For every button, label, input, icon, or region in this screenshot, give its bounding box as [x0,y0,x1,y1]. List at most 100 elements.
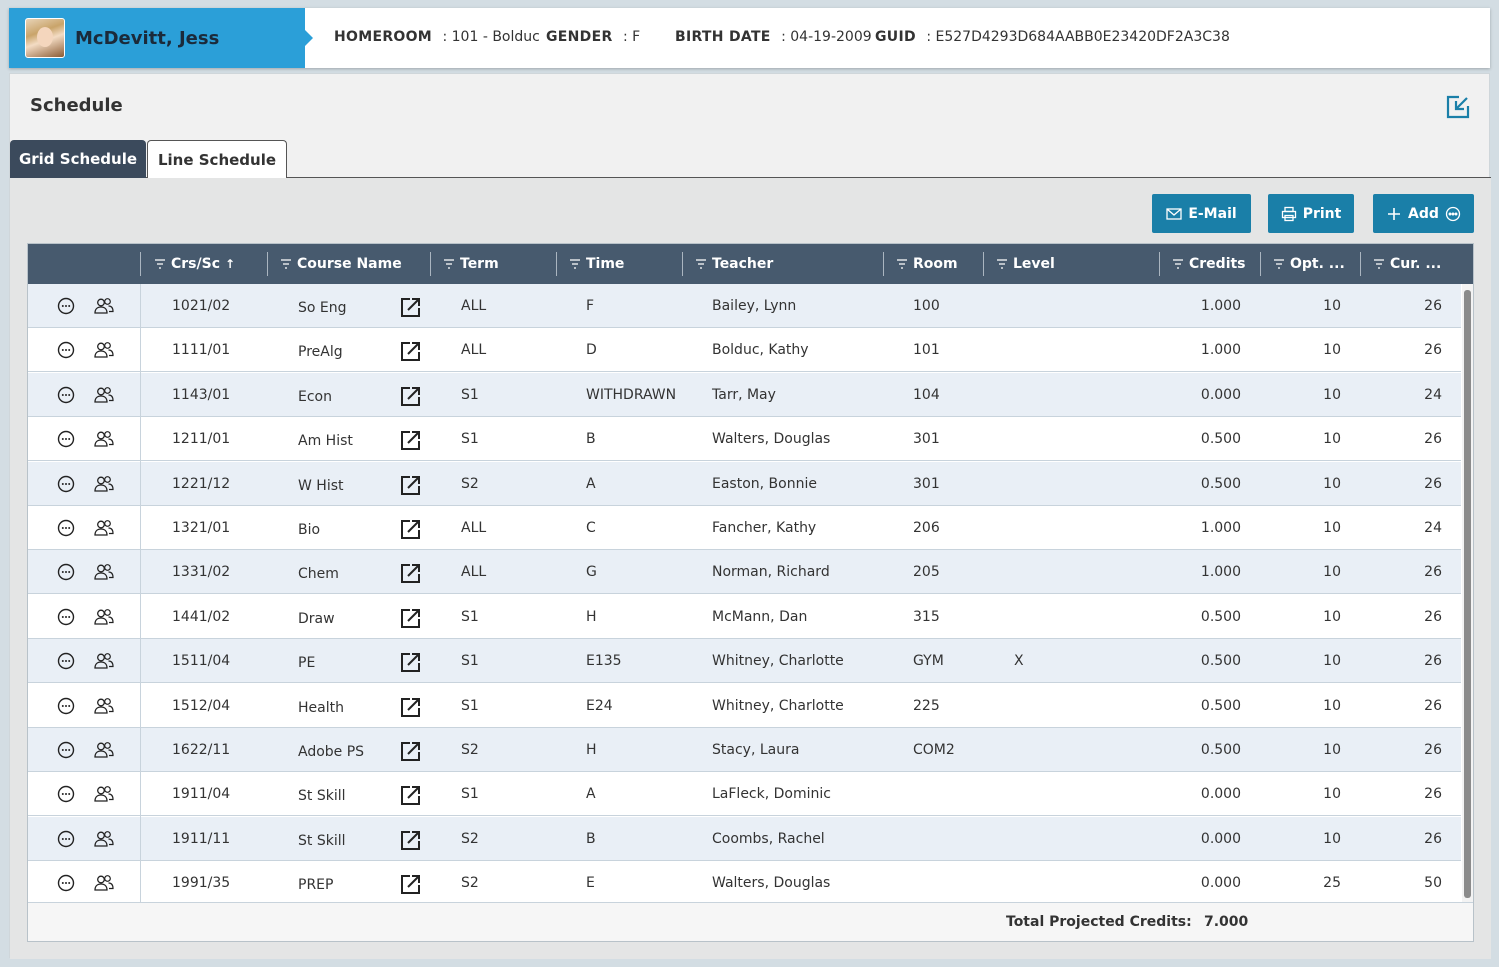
add-button[interactable]: Add [1373,194,1474,233]
users-icon[interactable] [94,874,114,892]
users-icon[interactable] [94,652,114,670]
open-course-icon[interactable] [400,696,422,718]
sort-up-icon[interactable]: ↑ [225,257,235,271]
open-course-icon[interactable] [400,829,422,851]
column-level[interactable]: Level [996,244,1055,284]
row-options-icon[interactable] [57,386,75,404]
filter-icon[interactable] [695,259,707,269]
homeroom-value: : 101 - Bolduc [442,29,540,45]
table-row[interactable]: 1321/01 Bio ALL C Fancher, Kathy 206 1.000 10 24 [28,506,1461,550]
open-course-icon[interactable] [400,385,422,407]
table-row[interactable]: 1221/12 W Hist S2 A Easton, Bonnie 301 0.500 10… [28,461,1461,506]
print-button[interactable]: Print [1268,194,1354,233]
birth-date-info: BIRTH DATE : 04-19-2009 [675,29,872,45]
table-row[interactable]: 1512/04 Health S1 E24 Whitney, Charlotte 225 0… [28,683,1461,728]
row-options-icon[interactable] [57,475,75,493]
cell-room [913,772,983,816]
row-options-icon[interactable] [57,830,75,848]
filter-icon[interactable] [443,259,455,269]
row-options-icon[interactable] [57,697,75,715]
column-opt[interactable]: Opt. ... [1273,244,1345,284]
column-time[interactable]: Time [569,244,624,284]
users-icon[interactable] [94,741,114,759]
users-icon[interactable] [94,297,114,315]
table-row[interactable]: 1441/02 Draw S1 H McMann, Dan 315 0.500 10 26 [28,594,1461,639]
cell-opt: 10 [1323,431,1341,448]
open-course-icon[interactable] [400,562,422,584]
row-options-icon[interactable] [57,608,75,626]
collapse-icon[interactable] [1445,94,1471,120]
table-row[interactable]: 1143/01 Econ S1 WITHDRAWN Tarr, May 104 0.000 1… [28,372,1461,417]
filter-icon[interactable] [1373,259,1385,269]
open-course-icon[interactable] [400,873,422,895]
cell-credits: 0.000 [1200,786,1241,803]
row-options-icon[interactable] [57,297,75,315]
row-options-icon[interactable] [57,741,75,759]
table-row[interactable]: 1021/02 So Eng ALL F Bailey, Lynn 100 1.000 10 2… [28,284,1461,328]
table-row[interactable]: 1911/04 St Skill S1 A LaFleck, Dominic 0.000 1… [28,772,1461,817]
table-row[interactable]: 1331/02 Chem ALL G Norman, Richard 205 1.000 10… [28,550,1461,595]
guid-label: GUID [875,29,916,45]
open-course-icon[interactable] [400,607,422,629]
filter-icon[interactable] [1172,259,1184,269]
filter-icon[interactable] [280,259,292,269]
users-icon[interactable] [94,563,114,581]
row-options-icon[interactable] [57,430,75,448]
open-course-icon[interactable] [400,429,422,451]
open-course-icon[interactable] [400,784,422,806]
column-term[interactable]: Term [443,244,499,284]
users-icon[interactable] [94,830,114,848]
row-options-icon[interactable] [57,874,75,892]
column-course-name[interactable]: Course Name [280,244,402,284]
row-options-icon[interactable] [57,341,75,359]
table-row[interactable]: 1511/04 PE S1 E135 Whitney, Charlotte GYM X 0.5… [28,639,1461,684]
student-avatar[interactable] [25,18,65,58]
cell-opt: 10 [1323,786,1341,803]
users-icon[interactable] [94,519,114,537]
users-icon[interactable] [94,430,114,448]
users-icon[interactable] [94,785,114,803]
table-row[interactable]: 1911/11 St Skill S2 B Coombs, Rachel 0.000 10 2… [28,816,1461,861]
column-room[interactable]: Room [896,244,958,284]
users-icon[interactable] [94,697,114,715]
filter-icon[interactable] [896,259,908,269]
column-cur[interactable]: Cur. ... [1373,244,1441,284]
open-course-icon[interactable] [400,651,422,673]
filter-icon[interactable] [1273,259,1285,269]
cell-opt: 10 [1323,520,1341,536]
open-course-icon[interactable] [400,474,422,496]
cell-level [1014,684,1054,728]
row-options-icon[interactable] [57,785,75,803]
column-crs-sc[interactable]: Crs/Sc ↑ [154,244,235,284]
users-icon[interactable] [94,475,114,493]
column-credits[interactable]: Credits [1172,244,1246,284]
open-course-icon[interactable] [400,296,422,318]
filter-icon[interactable] [154,259,166,269]
row-options-icon[interactable] [57,652,75,670]
email-button[interactable]: E-Mail [1152,194,1251,233]
scrollbar-thumb[interactable] [1464,290,1471,898]
filter-icon[interactable] [569,259,581,269]
open-course-icon[interactable] [400,340,422,362]
table-row[interactable]: 1991/35 PREP S2 E Walters, Douglas 0.000 25 50 [28,861,1461,906]
users-icon[interactable] [94,608,114,626]
cell-credits: 1.000 [1200,564,1241,581]
row-options-icon[interactable] [57,519,75,537]
printer-icon [1281,206,1296,221]
open-course-icon[interactable] [400,740,422,762]
table-row[interactable]: 1211/01 Am Hist S1 B Walters, Douglas 301 0.50… [28,417,1461,462]
table-row[interactable]: 1622/11 Adobe PS S2 H Stacy, Laura COM2 0.500 1… [28,728,1461,772]
column-label: Crs/Sc [171,256,221,272]
cell-crs-sc: 1221/12 [172,475,231,492]
open-course-icon[interactable] [400,518,422,540]
column-label: Credits [1189,256,1246,272]
cell-time: H [586,608,597,625]
column-teacher[interactable]: Teacher [695,244,773,284]
tab-line-schedule[interactable]: Line Schedule [147,140,287,179]
table-row[interactable]: 1111/01 PreAlg ALL D Bolduc, Kathy 101 1.000 10… [28,328,1461,373]
users-icon[interactable] [94,386,114,404]
users-icon[interactable] [94,341,114,359]
row-options-icon[interactable] [57,563,75,581]
filter-icon[interactable] [996,259,1008,269]
tab-grid-schedule[interactable]: Grid Schedule [10,140,146,178]
